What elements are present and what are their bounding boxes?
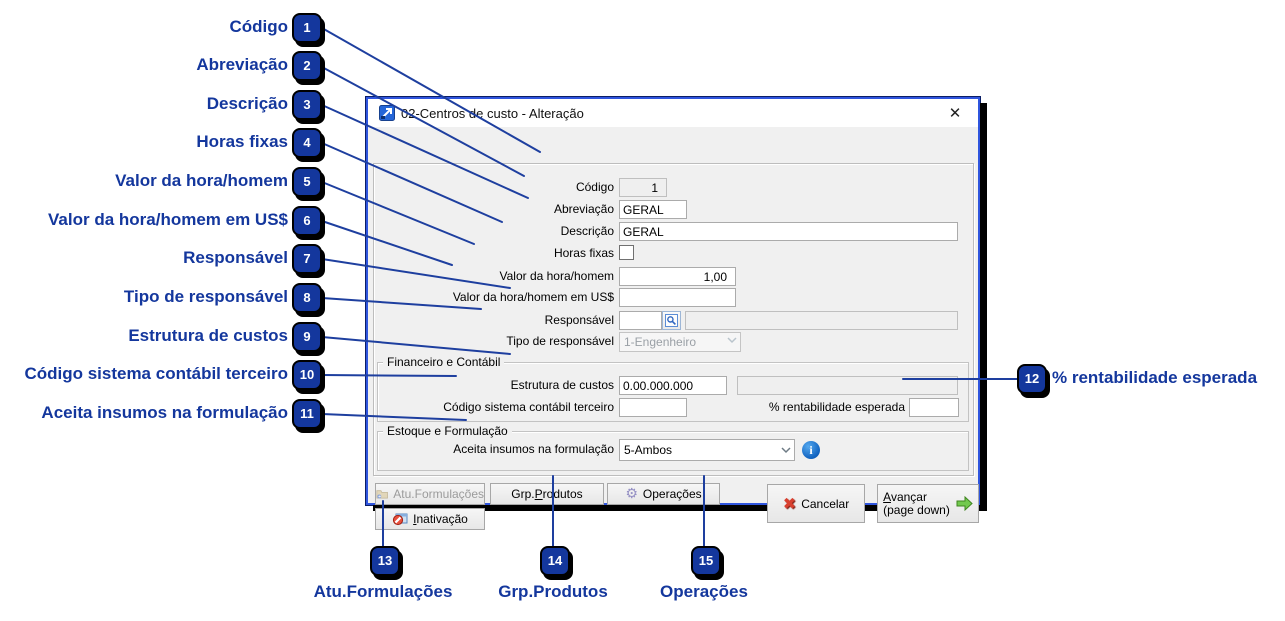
estrutura-label: Estrutura de custos: [510, 378, 614, 392]
callout-label-14: Grp.Produtos: [498, 582, 608, 601]
callout-badge-15: 15: [691, 546, 721, 576]
rentabilidade-field[interactable]: [909, 398, 959, 417]
callout-badge-14: 14: [540, 546, 570, 576]
callout-label-3: Descrição: [206, 94, 288, 113]
callout-label-12: % rentabilidade esperada: [1052, 368, 1258, 387]
callout-label-13: Atu.Formulações: [313, 582, 453, 601]
inactivate-icon: [393, 513, 408, 525]
avancar-label: Avançar (page down): [883, 489, 950, 517]
callout-badge-13: 13: [370, 546, 400, 576]
annotated-screenshot: Código Abreviação Descrição Horas fixas …: [0, 0, 1285, 621]
callout-badge-2: 2: [292, 51, 322, 81]
callout-badge-1: 1: [292, 13, 322, 43]
gear-icon: ⚙: [625, 486, 638, 502]
callout-label-15: Operações: [660, 582, 748, 601]
valor-hora-usd-field[interactable]: [619, 288, 736, 307]
descricao-label: Descrição: [560, 224, 614, 238]
operacoes-label: Operações: [642, 487, 702, 501]
cancelar-button[interactable]: ✖ Cancelar: [767, 484, 865, 523]
callout-badge-10: 10: [292, 360, 322, 390]
chevron-down-icon: [727, 337, 737, 344]
title-bar: 02-Centros de custo - Alteração ✕: [368, 99, 978, 127]
callout-badge-5: 5: [292, 167, 322, 197]
rentabilidade-label: % rentabilidade esperada: [768, 400, 905, 414]
callout-label-5: Valor da hora/homem: [115, 171, 288, 190]
app-icon: [379, 105, 395, 121]
dialog-centros-de-custo: 02-Centros de custo - Alteração ✕ Código…: [366, 97, 980, 530]
cancelar-label: Cancelar: [801, 496, 850, 511]
callout-badge-8: 8: [292, 283, 322, 313]
window-title: 02-Centros de custo - Alteração: [401, 106, 584, 121]
callout-label-2: Abreviação: [196, 55, 288, 74]
fieldset-estoque-label: Estoque e Formulação: [383, 424, 512, 438]
callout-label-11: Aceita insumos na formulação: [41, 403, 288, 422]
callout-badge-3: 3: [292, 90, 322, 120]
cod-contabil-label: Código sistema contábil terceiro: [443, 400, 614, 414]
responsavel-search-button[interactable]: [662, 311, 681, 330]
chevron-down-icon: [781, 447, 791, 454]
horas-fixas-label: Horas fixas: [553, 246, 614, 260]
close-button[interactable]: ✕: [944, 104, 966, 123]
grp-produtos-label: Grp.Produtos: [511, 487, 583, 501]
codigo-label: Código: [575, 180, 614, 194]
inativacao-button[interactable]: Inativação: [375, 508, 485, 530]
callout-badge-11: 11: [292, 399, 322, 429]
callout-label-4: Horas fixas: [196, 132, 288, 151]
aceita-insumos-dropdown[interactable]: 5-Ambos: [619, 439, 795, 461]
tipo-responsavel-label: Tipo de responsável: [506, 334, 614, 348]
callout-label-10: Código sistema contábil terceiro: [24, 364, 288, 383]
callout-badge-4: 4: [292, 128, 322, 158]
callout-badge-6: 6: [292, 206, 322, 236]
abreviacao-label: Abreviação: [553, 202, 614, 216]
valor-hora-field[interactable]: [619, 267, 736, 286]
aceita-insumos-value: 5-Ambos: [624, 443, 673, 457]
callout-label-7: Responsável: [183, 248, 288, 267]
callout-label-8: Tipo de responsável: [123, 287, 288, 306]
estrutura-field[interactable]: [619, 376, 727, 395]
codigo-field[interactable]: [619, 178, 667, 197]
folder-icon: [376, 490, 388, 499]
aceita-insumos-label: Aceita insumos na formulação: [453, 442, 614, 456]
callout-label-9: Estrutura de custos: [128, 326, 288, 345]
abreviacao-field[interactable]: [619, 200, 687, 219]
horas-fixas-checkbox[interactable]: [619, 245, 634, 260]
estrutura-desc-field[interactable]: [737, 376, 958, 395]
operacoes-button[interactable]: ⚙ Operações: [607, 483, 720, 505]
callout-badge-7: 7: [292, 244, 322, 274]
inativacao-label: Inativação: [413, 512, 468, 526]
advance-arrow-icon: [956, 496, 973, 511]
cancel-x-icon: ✖: [782, 493, 797, 513]
callout-badge-12: 12: [1017, 364, 1047, 394]
fieldset-financeiro-label: Financeiro e Contábil: [383, 355, 505, 369]
responsavel-name-field[interactable]: [685, 311, 958, 330]
valor-hora-label: Valor da hora/homem: [499, 269, 614, 283]
grp-produtos-button[interactable]: Grp.Produtos: [490, 483, 604, 505]
avancar-button[interactable]: Avançar (page down): [877, 484, 979, 523]
tipo-responsavel-dropdown[interactable]: 1-Engenheiro: [619, 332, 741, 352]
responsavel-label: Responsável: [544, 313, 614, 327]
atu-formulacoes-button[interactable]: Atu.Formulações: [375, 483, 485, 505]
tipo-responsavel-value: 1-Engenheiro: [624, 335, 697, 349]
callout-badge-9: 9: [292, 322, 322, 352]
responsavel-code-field[interactable]: [619, 311, 662, 330]
search-icon: [665, 314, 678, 327]
descricao-field[interactable]: [619, 222, 958, 241]
valor-hora-usd-label: Valor da hora/homem em US$: [452, 290, 614, 304]
callout-label-6: Valor da hora/homem em US$: [48, 210, 288, 229]
callout-label-1: Código: [229, 17, 288, 36]
atu-formulacoes-label: Atu.Formulações: [393, 487, 484, 501]
info-icon[interactable]: i: [802, 441, 820, 459]
dialog-body: Código Abreviação Descrição Horas fixas …: [368, 127, 979, 530]
